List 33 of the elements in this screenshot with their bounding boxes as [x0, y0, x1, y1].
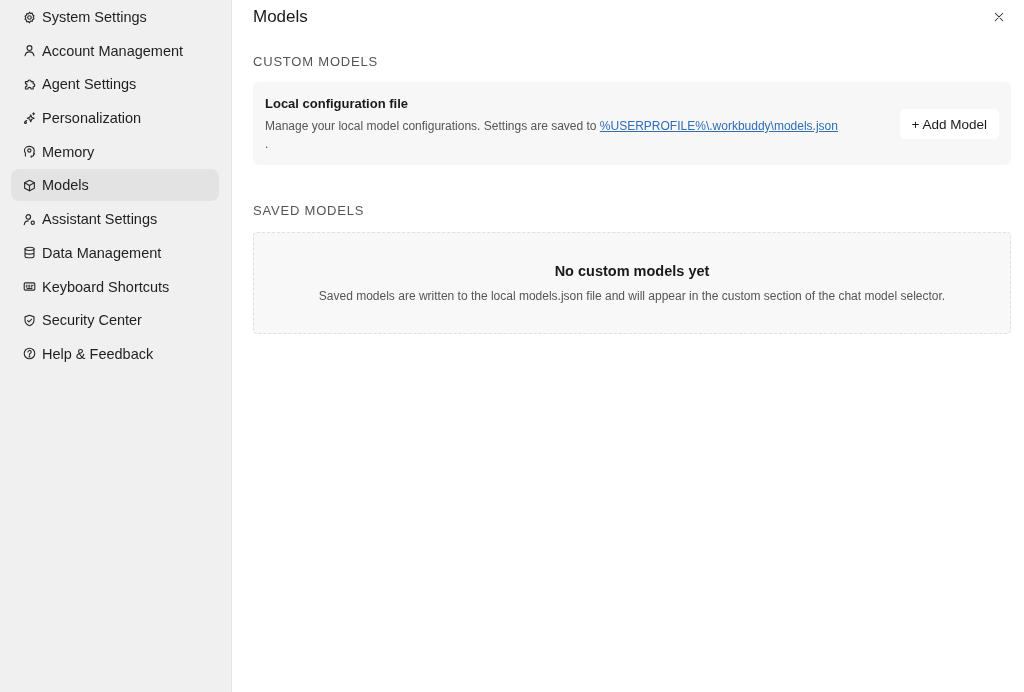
empty-state-title: No custom models yet — [553, 262, 711, 281]
sidebar-item[interactable]: Help & Feedback — [11, 337, 219, 370]
help-icon — [23, 347, 36, 361]
close-icon — [993, 11, 1005, 23]
sidebar-item[interactable]: Memory — [11, 135, 219, 168]
sidebar-item[interactable]: Agent Settings — [11, 68, 219, 101]
gear-icon — [23, 10, 36, 24]
cube-icon — [23, 178, 36, 192]
close-button[interactable] — [993, 11, 1005, 23]
sparkles-icon — [23, 111, 36, 125]
card-title: Local configuration file — [265, 95, 409, 113]
sidebar-item[interactable]: Models — [11, 169, 219, 202]
sidebar-item[interactable]: Assistant Settings — [11, 203, 219, 236]
shield-check-icon — [23, 313, 36, 327]
database-icon — [23, 246, 36, 260]
sidebar-item[interactable]: Personalization — [11, 102, 219, 135]
person-icon — [23, 44, 36, 58]
section-heading: SAVED MODELS — [253, 202, 366, 220]
section-heading: CUSTOM MODELS — [253, 53, 379, 71]
sidebar-item[interactable]: Account Management — [11, 34, 219, 67]
puzzle-icon — [23, 77, 36, 91]
sidebar-item[interactable]: Security Center — [11, 304, 219, 337]
person-gear-icon — [23, 212, 36, 226]
card-description: Manage your local model configurations. Settings are saved to %USERPROFILE%\.workbuddy\models.json . — [265, 118, 839, 153]
add-model-button[interactable]: + Add Model — [899, 109, 999, 139]
head-icon — [23, 145, 36, 159]
file-path-link[interactable]: %USERPROFILE%\.workbuddy\models.json — [599, 119, 838, 133]
empty-state-description: Saved models are written to the local models.json file and will appear in the custom section of the chat model selector. — [317, 288, 947, 305]
sidebar-item[interactable]: Data Management — [11, 236, 219, 269]
sidebar-item[interactable]: Keyboard Shortcuts — [11, 270, 219, 303]
page-title: Models — [253, 6, 308, 28]
sidebar-item[interactable]: System Settings — [11, 1, 219, 33]
keyboard-icon — [23, 280, 36, 293]
